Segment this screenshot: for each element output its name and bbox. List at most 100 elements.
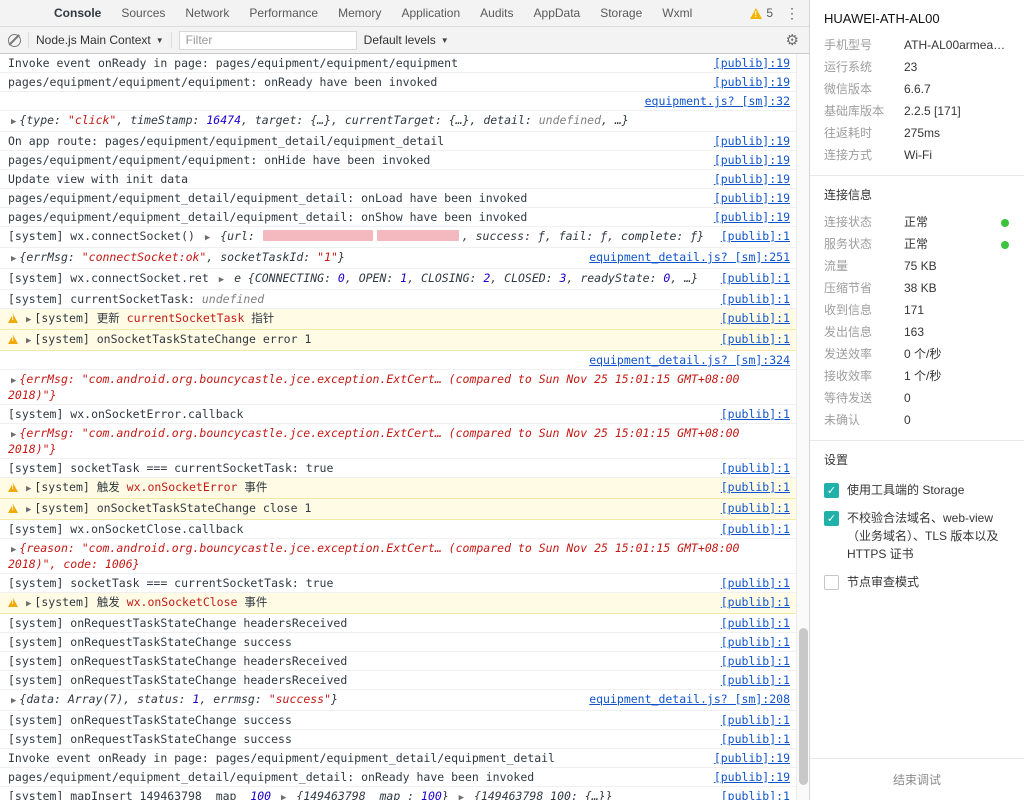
expand-arrow-icon[interactable]: ▶ — [8, 376, 19, 386]
source-link[interactable]: [publib]:1 — [709, 292, 790, 306]
source-link[interactable]: [publib]:1 — [709, 461, 790, 475]
checkbox-unchecked[interactable] — [824, 575, 839, 590]
section-title-connection: 连接信息 — [810, 175, 1024, 211]
tab-performance[interactable]: Performance — [239, 0, 328, 26]
source-link[interactable]: [publib]:1 — [709, 595, 790, 609]
source-link[interactable]: equipment_detail.js? [sm]:208 — [577, 692, 790, 706]
info-label: 未确认 — [824, 412, 861, 427]
log-message: [system] socketTask === currentSocketTas… — [8, 461, 334, 475]
source-link[interactable]: [publib]:1 — [709, 522, 790, 536]
expand-arrow-icon[interactable]: ▶ — [23, 505, 34, 515]
checkbox-checked[interactable]: ✓ — [824, 483, 839, 498]
tab-memory[interactable]: Memory — [328, 0, 391, 26]
log-message: pages/equipment/equipment/equipment: onH… — [8, 153, 431, 167]
expand-arrow-icon[interactable]: ▶ — [8, 696, 19, 706]
connection-info-row: 流量 75 KB — [810, 255, 1024, 277]
source-link[interactable]: [publib]:1 — [709, 407, 790, 421]
source-link[interactable]: [publib]:1 — [709, 271, 790, 285]
source-link[interactable]: [publib]:1 — [709, 311, 790, 325]
source-link[interactable]: [publib]:19 — [702, 210, 790, 224]
console-log-row: equipment_detail.js? [sm]:324 — [0, 351, 796, 370]
info-value: 1 个/秒 — [904, 368, 942, 383]
tab-console[interactable]: Console — [44, 0, 111, 26]
source-link[interactable]: equipment.js? [sm]:32 — [633, 94, 790, 108]
info-value: ATH-AL00armea… — [904, 37, 1006, 52]
console-log-row: ▶ {errMsg: "com.android.org.bouncycastle.… — [0, 370, 796, 405]
log-message: ▶ {type: "click", timeStamp: 16474, targe… — [8, 113, 790, 129]
tab-wxml[interactable]: Wxml — [652, 0, 702, 26]
source-link[interactable]: [publib]:19 — [702, 751, 790, 765]
expand-arrow-icon[interactable]: ▶ — [202, 233, 213, 243]
source-link[interactable]: [publib]:1 — [709, 713, 790, 727]
expand-arrow-icon[interactable]: ▶ — [23, 599, 34, 609]
expand-arrow-icon[interactable]: ▶ — [23, 336, 34, 346]
source-link[interactable]: [publib]:19 — [702, 56, 790, 70]
expand-arrow-icon[interactable]: ▶ — [278, 793, 289, 800]
expand-arrow-icon[interactable]: ▶ — [8, 545, 19, 555]
expand-arrow-icon[interactable]: ▶ — [23, 315, 34, 325]
source-link[interactable]: [publib]:1 — [709, 576, 790, 590]
expand-arrow-icon[interactable]: ▶ — [216, 275, 227, 285]
filter-input[interactable] — [178, 30, 357, 50]
devtools-tab-bar: Console Sources Network Performance Memory Ap… — [0, 0, 809, 27]
log-message: ▶[system] 触发 wx.onSocketClose 事件 — [8, 595, 709, 611]
source-link[interactable]: [publib]:19 — [702, 770, 790, 784]
end-debug-button[interactable]: 结束调试 — [810, 758, 1024, 800]
source-link[interactable]: equipment_detail.js? [sm]:251 — [577, 250, 790, 264]
checkbox-checked[interactable]: ✓ — [824, 511, 839, 526]
warning-count: 5 — [766, 6, 773, 20]
log-message: ▶ {data: Array(7), status: 1, errmsg: "su… — [8, 692, 577, 708]
scrollbar[interactable] — [796, 54, 809, 800]
log-message: ▶[system] onSocketTaskStateChange close … — [8, 501, 709, 517]
gear-icon[interactable]: ⚙ — [786, 31, 801, 49]
scrollbar-thumb[interactable] — [799, 628, 808, 786]
tab-list: Console Sources Network Performance Memory Ap… — [44, 0, 702, 26]
source-link[interactable]: equipment_detail.js? [sm]:324 — [577, 353, 790, 367]
expand-arrow-icon[interactable]: ▶ — [456, 793, 467, 800]
source-link[interactable]: [publib]:1 — [709, 673, 790, 687]
source-link[interactable]: [publib]:1 — [709, 789, 790, 800]
source-link[interactable]: [publib]:19 — [702, 134, 790, 148]
log-message: pages/equipment/equipment_detail/equipme… — [8, 210, 528, 224]
log-message: ▶ {errMsg: "connectSocket:ok", socketTask… — [8, 250, 577, 266]
expand-arrow-icon[interactable]: ▶ — [8, 430, 19, 440]
tab-application[interactable]: Application — [391, 0, 470, 26]
source-link[interactable]: [publib]:1 — [709, 480, 790, 494]
source-link[interactable]: [publib]:19 — [702, 172, 790, 186]
console-warn-row: ▶[system] 触发 wx.onSocketClose 事件[publib]… — [0, 593, 796, 614]
tab-sources[interactable]: Sources — [111, 0, 175, 26]
settings-checkbox-row[interactable]: 节点审查模式 — [810, 568, 1024, 596]
source-link[interactable]: [publib]:19 — [702, 153, 790, 167]
tab-storage[interactable]: Storage — [590, 0, 652, 26]
console-log-row: Invoke event onReady in page: pages/equi… — [0, 749, 796, 768]
source-link[interactable]: [publib]:1 — [709, 732, 790, 746]
expand-arrow-icon[interactable]: ▶ — [23, 484, 34, 494]
source-link[interactable]: [publib]:1 — [709, 616, 790, 630]
source-link[interactable]: [publib]:1 — [709, 501, 790, 515]
tab-network[interactable]: Network — [175, 0, 239, 26]
expand-arrow-icon[interactable]: ▶ — [8, 117, 19, 127]
info-label: 压缩节省 — [824, 280, 873, 295]
execution-context-selector[interactable]: Node.js Main Context ▼ — [36, 33, 164, 47]
source-link[interactable]: [publib]:19 — [702, 191, 790, 205]
console-log-row: [system] onRequestTaskStateChange succes… — [0, 730, 796, 749]
console-warning-badge[interactable]: 5 — [750, 6, 785, 20]
info-value: 23 — [904, 59, 918, 74]
source-link[interactable]: [publib]:1 — [709, 332, 790, 346]
clear-console-icon[interactable] — [8, 33, 21, 47]
settings-checkbox-row[interactable]: ✓ 使用工具端的 Storage — [810, 476, 1024, 504]
expand-arrow-icon[interactable]: ▶ — [8, 254, 19, 264]
log-message: [system] onRequestTaskStateChange succes… — [8, 635, 292, 649]
source-link[interactable]: [publib]:19 — [702, 75, 790, 89]
source-link[interactable]: [publib]:1 — [709, 229, 790, 243]
source-link[interactable]: [publib]:1 — [709, 654, 790, 668]
log-level-selector[interactable]: Default levels ▼ — [364, 33, 449, 47]
tab-audits[interactable]: Audits — [470, 0, 523, 26]
tab-appdata[interactable]: AppData — [524, 0, 591, 26]
wechat-devtools-window: Console Sources Network Performance Memory Ap… — [0, 0, 1024, 800]
source-link[interactable]: [publib]:1 — [709, 635, 790, 649]
kebab-menu-icon[interactable]: ⋮ — [785, 5, 809, 22]
info-value: 38 KB — [904, 280, 937, 295]
settings-checkbox-row[interactable]: ✓ 不校验合法域名、web-view（业务域名）、TLS 版本以及 HTTPS 证… — [810, 504, 1024, 568]
info-value: 6.6.7 — [904, 81, 931, 96]
